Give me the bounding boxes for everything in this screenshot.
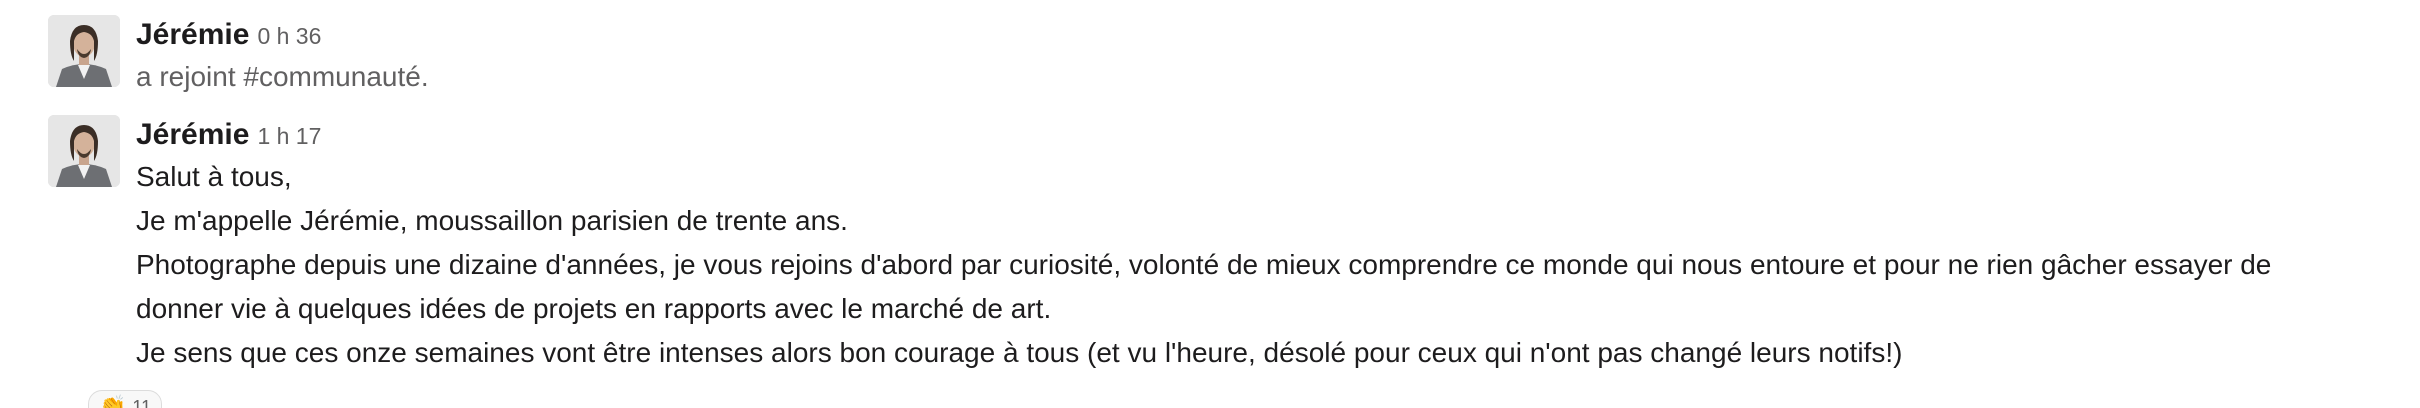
- avatar[interactable]: [48, 115, 120, 187]
- reaction-count: 11: [132, 396, 152, 408]
- system-message-text: a rejoint #communauté.: [136, 61, 429, 92]
- clapping-hands-icon: 👏: [99, 394, 127, 408]
- avatar-portrait-icon: [48, 115, 120, 187]
- message-line: Je m'appelle Jérémie, moussaillon parisi…: [136, 205, 848, 236]
- author-name[interactable]: Jérémie: [136, 18, 249, 51]
- message-content: Jérémie 0 h 36 a rejoint #communauté.: [136, 15, 2396, 99]
- message-header: Jérémie 0 h 36: [136, 15, 2396, 55]
- message-timestamp[interactable]: 1 h 17: [257, 123, 321, 149]
- message-line: Salut à tous,: [136, 161, 292, 192]
- message-header: Jérémie 1 h 17: [136, 115, 2396, 155]
- message-content: Jérémie 1 h 17 Salut à tous, Je m'appelle…: [136, 115, 2396, 375]
- message-feed: Jérémie 0 h 36 a rejoint #communauté. Jér…: [0, 0, 2420, 408]
- message-line: donner vie à quelques idées de projets e…: [136, 293, 1052, 324]
- message-line: Je sens que ces onze semaines vont être …: [136, 337, 1903, 368]
- message-timestamp[interactable]: 0 h 36: [257, 23, 321, 49]
- avatar[interactable]: [48, 15, 120, 87]
- author-name[interactable]: Jérémie: [136, 118, 249, 151]
- message-line: Photographe depuis une dizaine d'années,…: [136, 249, 2272, 280]
- reaction-pill[interactable]: 👏 11: [88, 390, 163, 408]
- avatar-portrait-icon: [48, 15, 120, 87]
